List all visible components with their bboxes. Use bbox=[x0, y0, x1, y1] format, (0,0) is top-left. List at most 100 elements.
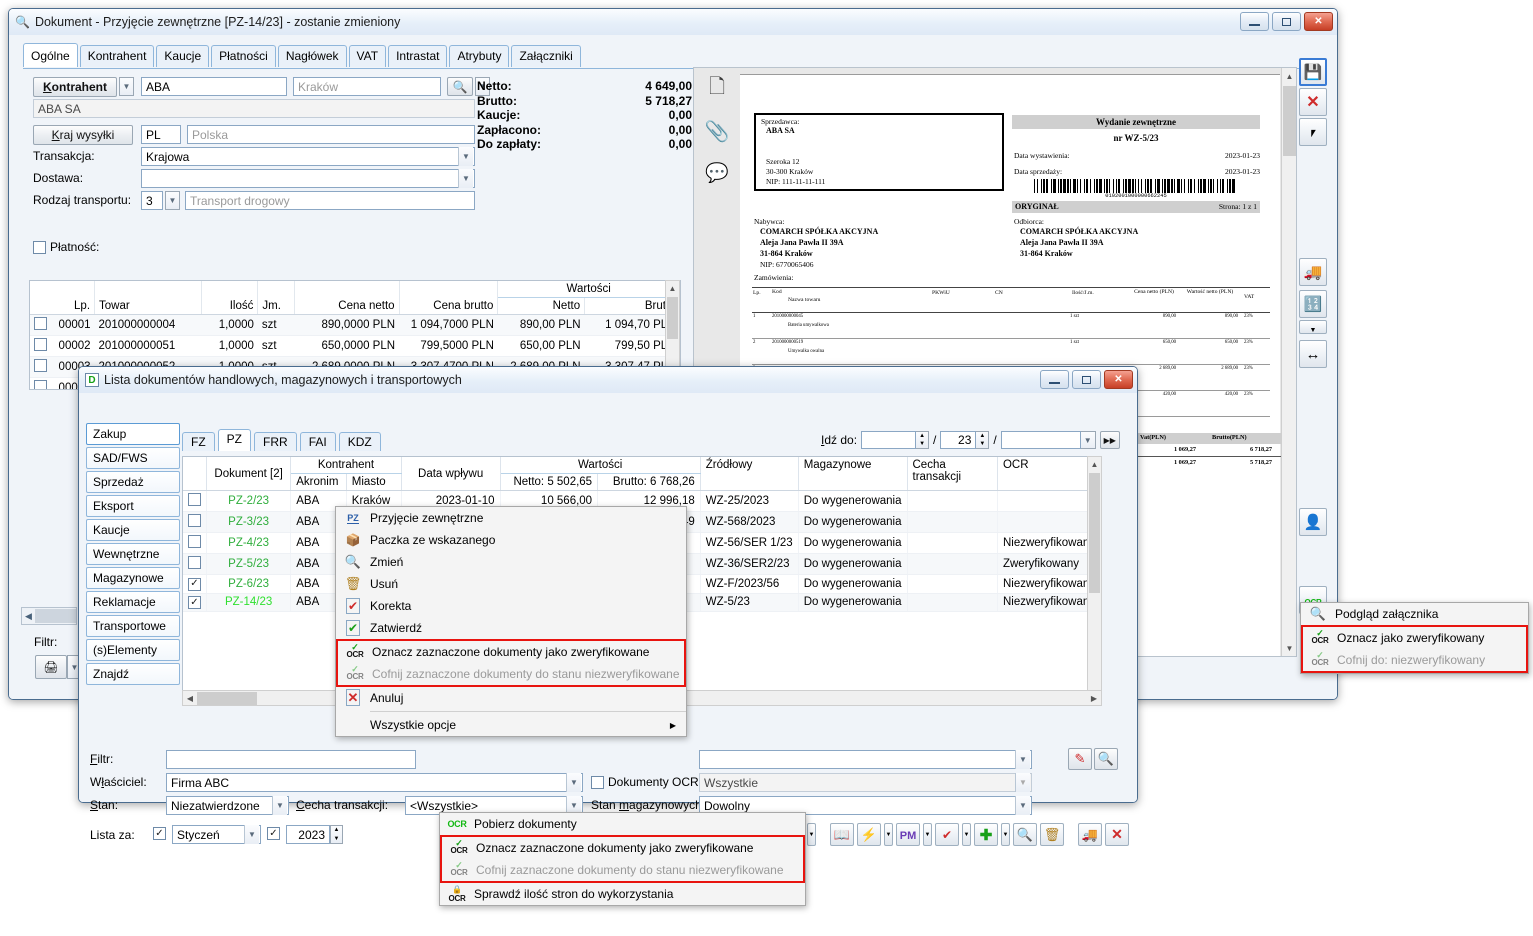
row-checkbox-cell[interactable] bbox=[183, 553, 207, 575]
close-button[interactable]: ✕ bbox=[1105, 823, 1129, 846]
row-checkbox-cell[interactable] bbox=[183, 490, 207, 512]
dokumenty-ocr-select[interactable]: Wszystkie bbox=[699, 773, 1032, 792]
menu-item-cofnij-zaznaczone-dokumenty-do-stanu-nie[interactable]: ✓ OCR Cofnij zaznaczone dokumenty do stanu… bbox=[338, 663, 684, 685]
menu-item-oznacz-jako-zweryfikowany[interactable]: ✓ OCR Oznacz jako zweryfikowany bbox=[1303, 627, 1526, 649]
menu-item-wszystkie-opcje[interactable]: Wszystkie opcje ▶ bbox=[336, 714, 686, 736]
add-button-dropdown-arrow[interactable]: ▼ bbox=[1001, 823, 1010, 846]
tab-p-atno-ci[interactable]: Płatności bbox=[211, 45, 276, 67]
type-tab-kdz[interactable]: KDZ bbox=[338, 432, 381, 451]
contractor-button[interactable]: 👤 bbox=[1299, 508, 1327, 536]
lightning-button-dropdown-arrow[interactable]: ▼ bbox=[884, 823, 893, 846]
row-checkbox[interactable] bbox=[188, 493, 201, 506]
maximize-button[interactable] bbox=[1272, 12, 1301, 31]
scroll-up-arrow-icon[interactable]: ▲ bbox=[666, 281, 679, 296]
undo-button[interactable]: ⎖ bbox=[1299, 118, 1327, 146]
truck-button[interactable]: 🚚 bbox=[1078, 823, 1102, 846]
pencil-icon[interactable]: ✎ bbox=[1068, 748, 1092, 770]
type-tab-frr[interactable]: FRR bbox=[254, 432, 297, 451]
kraj-wysylki-button[interactable]: Kraj wysyłki bbox=[33, 125, 133, 145]
dostawa-select[interactable] bbox=[141, 169, 475, 188]
transport-code-input[interactable]: 3 bbox=[141, 191, 163, 210]
sidebar-item-reklamacje[interactable]: Reklamacje bbox=[86, 591, 180, 613]
check-button[interactable]: ✔ bbox=[935, 823, 959, 846]
row-checkbox[interactable] bbox=[34, 380, 47, 389]
menu-item-zmie-[interactable]: 🔍 Zmień bbox=[336, 551, 686, 573]
tab-og-lne[interactable]: Ogólne bbox=[23, 43, 78, 67]
row-checkbox-cell[interactable] bbox=[183, 511, 207, 533]
check-button-dropdown-arrow[interactable]: ▼ bbox=[962, 823, 971, 846]
preview-scrollbar[interactable]: ▲ ▼ bbox=[1281, 68, 1296, 656]
pm-button[interactable]: PM bbox=[896, 823, 920, 846]
sidebar-item-zakup[interactable]: Zakup bbox=[86, 423, 180, 445]
kontrahent-button[interactable]: KKontrahentontrahent bbox=[33, 77, 117, 97]
stan-select[interactable]: Niezatwierdzone bbox=[166, 796, 289, 815]
wlasciciel-select[interactable]: Firma ABC bbox=[166, 773, 583, 792]
sidebar-item-kaucje[interactable]: Kaucje bbox=[86, 519, 180, 541]
table-row[interactable]: 00002 201000000051 1,0000 szt 650,0000 PLN 79… bbox=[30, 335, 680, 357]
transakcja-chevron-down-icon[interactable]: ▼ bbox=[458, 147, 473, 166]
transport-chevron-down-icon[interactable]: ▼ bbox=[165, 191, 180, 210]
menu-item-oznacz-zaznaczone-dokumenty-jako-zweryfi[interactable]: ✓ OCR Oznacz zaznaczone dokumenty jako zwe… bbox=[442, 837, 803, 859]
list-scroll-right-icon[interactable]: ▶ bbox=[1087, 694, 1101, 703]
table-row[interactable]: 00001 201000000004 1,0000 szt 890,0000 PLN 1 … bbox=[30, 314, 680, 336]
add-button[interactable]: ✚ bbox=[974, 823, 998, 846]
sidebar-item-wewn-trzne[interactable]: Wewnętrzne bbox=[86, 543, 180, 565]
row-checkbox-cell[interactable] bbox=[30, 314, 53, 336]
transakcja-select[interactable]: Krajowa bbox=[141, 147, 475, 166]
preview-scroll-down-icon[interactable]: ▼ bbox=[1282, 640, 1296, 656]
list-scroll-left-icon[interactable]: ◀ bbox=[183, 694, 197, 703]
row-checkbox-cell[interactable]: ✓ bbox=[183, 574, 207, 594]
minimize-button[interactable] bbox=[1240, 12, 1269, 31]
filtr-extra-select[interactable] bbox=[699, 750, 1032, 769]
magnifier-icon[interactable]: 🔍 bbox=[447, 77, 473, 96]
tab-vat[interactable]: VAT bbox=[348, 45, 387, 67]
printer-icon[interactable]: 🖨 bbox=[35, 655, 67, 679]
type-tab-fai[interactable]: FAI bbox=[299, 432, 336, 451]
row-checkbox-cell[interactable]: ✓ bbox=[183, 593, 207, 612]
menu-item-podgl-d-za-cznika[interactable]: 🔍 Podgląd załącznika bbox=[1301, 603, 1528, 625]
tab-kaucje[interactable]: Kaucje bbox=[156, 45, 210, 67]
sidebar-item-transportowe[interactable]: Transportowe bbox=[86, 615, 180, 637]
double-arrow-right-icon[interactable]: ▶▶ bbox=[1099, 431, 1120, 449]
menu-item-oznacz-zaznaczone-dokumenty-jako-zweryfi[interactable]: ✓ OCR Oznacz zaznaczone dokumenty jako zwe… bbox=[338, 641, 684, 663]
menu-item-przyj-cie-zewn-trzne[interactable]: PZ Przyjęcie zewnętrzne bbox=[336, 507, 686, 529]
delivery-button[interactable]: 🚚 bbox=[1299, 258, 1327, 286]
stan-mag-chevron-icon[interactable]: ▼ bbox=[1015, 796, 1030, 815]
miesiac-chevron-icon[interactable]: ▼ bbox=[244, 825, 259, 844]
export-button[interactable]: 🔢 bbox=[1299, 290, 1327, 318]
menu-item-korekta[interactable]: ✔ Korekta bbox=[336, 595, 686, 617]
menu-item-cofnij-do-niezweryfikowany[interactable]: ✓ OCR Cofnij do: niezweryfikowany bbox=[1303, 649, 1526, 671]
filtr-extra-chevron-icon[interactable]: ▼ bbox=[1015, 750, 1030, 769]
platnosc-checkbox[interactable]: Płatność: bbox=[33, 240, 99, 254]
miesiac-checkbox[interactable]: ✓ bbox=[153, 827, 166, 840]
menu-item-zatwierd-[interactable]: ✔ Zatwierdź bbox=[336, 617, 686, 639]
sidebar-item-sprzeda-[interactable]: Sprzedaż bbox=[86, 471, 180, 493]
wlasciciel-chevron-icon[interactable]: ▼ bbox=[566, 773, 581, 792]
menu-item-sprawd-ilo-stron-do-wykorzystania[interactable]: 🔒 OCR Sprawdź ilość stron do wykorzystania bbox=[440, 883, 805, 905]
preview-scroll-up-icon[interactable]: ▲ bbox=[1282, 68, 1296, 84]
menu-item-paczka-ze-wskazanego[interactable]: 📦 Paczka ze wskazanego bbox=[336, 529, 686, 551]
horizontal-scrollbar[interactable]: ◀ bbox=[21, 607, 77, 625]
sidebar-item-magazynowe[interactable]: Magazynowe bbox=[86, 567, 180, 589]
row-checkbox[interactable] bbox=[188, 556, 201, 569]
save-button[interactable]: 💾 bbox=[1299, 58, 1327, 86]
tab-nag-wek[interactable]: Nagłówek bbox=[277, 45, 347, 67]
rok-input[interactable]: 2023 bbox=[286, 825, 330, 844]
kontrahent-dropdown-arrow[interactable]: ▼ bbox=[119, 77, 134, 96]
list-minimize-button[interactable] bbox=[1040, 370, 1069, 389]
row-checkbox-cell[interactable] bbox=[30, 356, 53, 378]
dokumenty-ocr-checkbox[interactable]: Dokumenty OCR: bbox=[591, 775, 702, 789]
scroll-thumb[interactable] bbox=[667, 297, 678, 339]
list-vertical-scrollbar[interactable]: ▲ bbox=[1087, 456, 1102, 696]
row-checkbox[interactable] bbox=[188, 535, 201, 548]
binders-button[interactable]: 📖 bbox=[830, 823, 854, 846]
sidebar-item--s-elementy[interactable]: (s)Elementy bbox=[86, 639, 180, 661]
scroll-left-arrow-icon[interactable]: ◀ bbox=[22, 611, 35, 622]
menu-item-pobierz-dokumenty[interactable]: OCR Pobierz dokumenty bbox=[440, 813, 805, 835]
link-button[interactable]: ↔ bbox=[1299, 340, 1327, 368]
kraj-code-input[interactable]: PL bbox=[141, 125, 181, 144]
goto-spinner[interactable]: ▲ ▼ bbox=[916, 431, 930, 449]
menu-item-cofnij-zaznaczone-dokumenty-do-stanu-nie[interactable]: ✓ OCR Cofnij zaznaczone dokumenty do stanu… bbox=[442, 859, 803, 881]
filtr-input[interactable] bbox=[166, 750, 416, 769]
row-checkbox[interactable] bbox=[34, 317, 47, 330]
